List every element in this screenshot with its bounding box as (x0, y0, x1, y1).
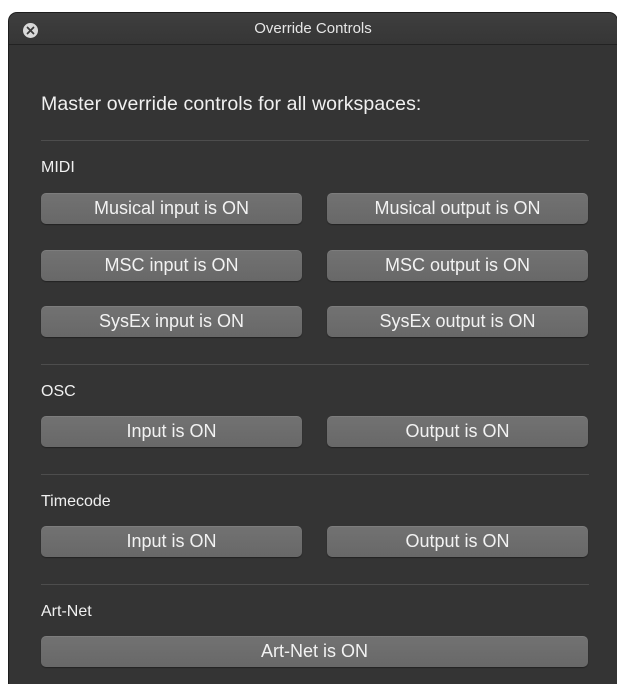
divider (41, 474, 589, 475)
midi-musical-input-button[interactable]: Musical input is ON (41, 193, 302, 224)
osc-input-button[interactable]: Input is ON (41, 416, 302, 447)
midi-sysex-output-button[interactable]: SysEx output is ON (327, 306, 588, 337)
divider (41, 584, 589, 585)
window-content: Master override controls for all workspa… (9, 45, 617, 684)
section-label-timecode: Timecode (41, 493, 111, 510)
artnet-toggle-button[interactable]: Art-Net is ON (41, 636, 588, 667)
intro-text: Master override controls for all workspa… (41, 93, 422, 115)
midi-sysex-input-button[interactable]: SysEx input is ON (41, 306, 302, 337)
section-label-midi: MIDI (41, 159, 75, 176)
window-title: Override Controls (254, 20, 372, 37)
override-controls-window: Override Controls Master override contro… (9, 13, 617, 684)
midi-msc-input-button[interactable]: MSC input is ON (41, 250, 302, 281)
divider (41, 364, 589, 365)
section-label-artnet: Art-Net (41, 603, 92, 620)
section-label-osc: OSC (41, 383, 76, 400)
osc-output-button[interactable]: Output is ON (327, 416, 588, 447)
midi-msc-output-button[interactable]: MSC output is ON (327, 250, 588, 281)
timecode-input-button[interactable]: Input is ON (41, 526, 302, 557)
divider (41, 140, 589, 141)
title-bar[interactable]: Override Controls (9, 13, 617, 45)
timecode-output-button[interactable]: Output is ON (327, 526, 588, 557)
midi-musical-output-button[interactable]: Musical output is ON (327, 193, 588, 224)
